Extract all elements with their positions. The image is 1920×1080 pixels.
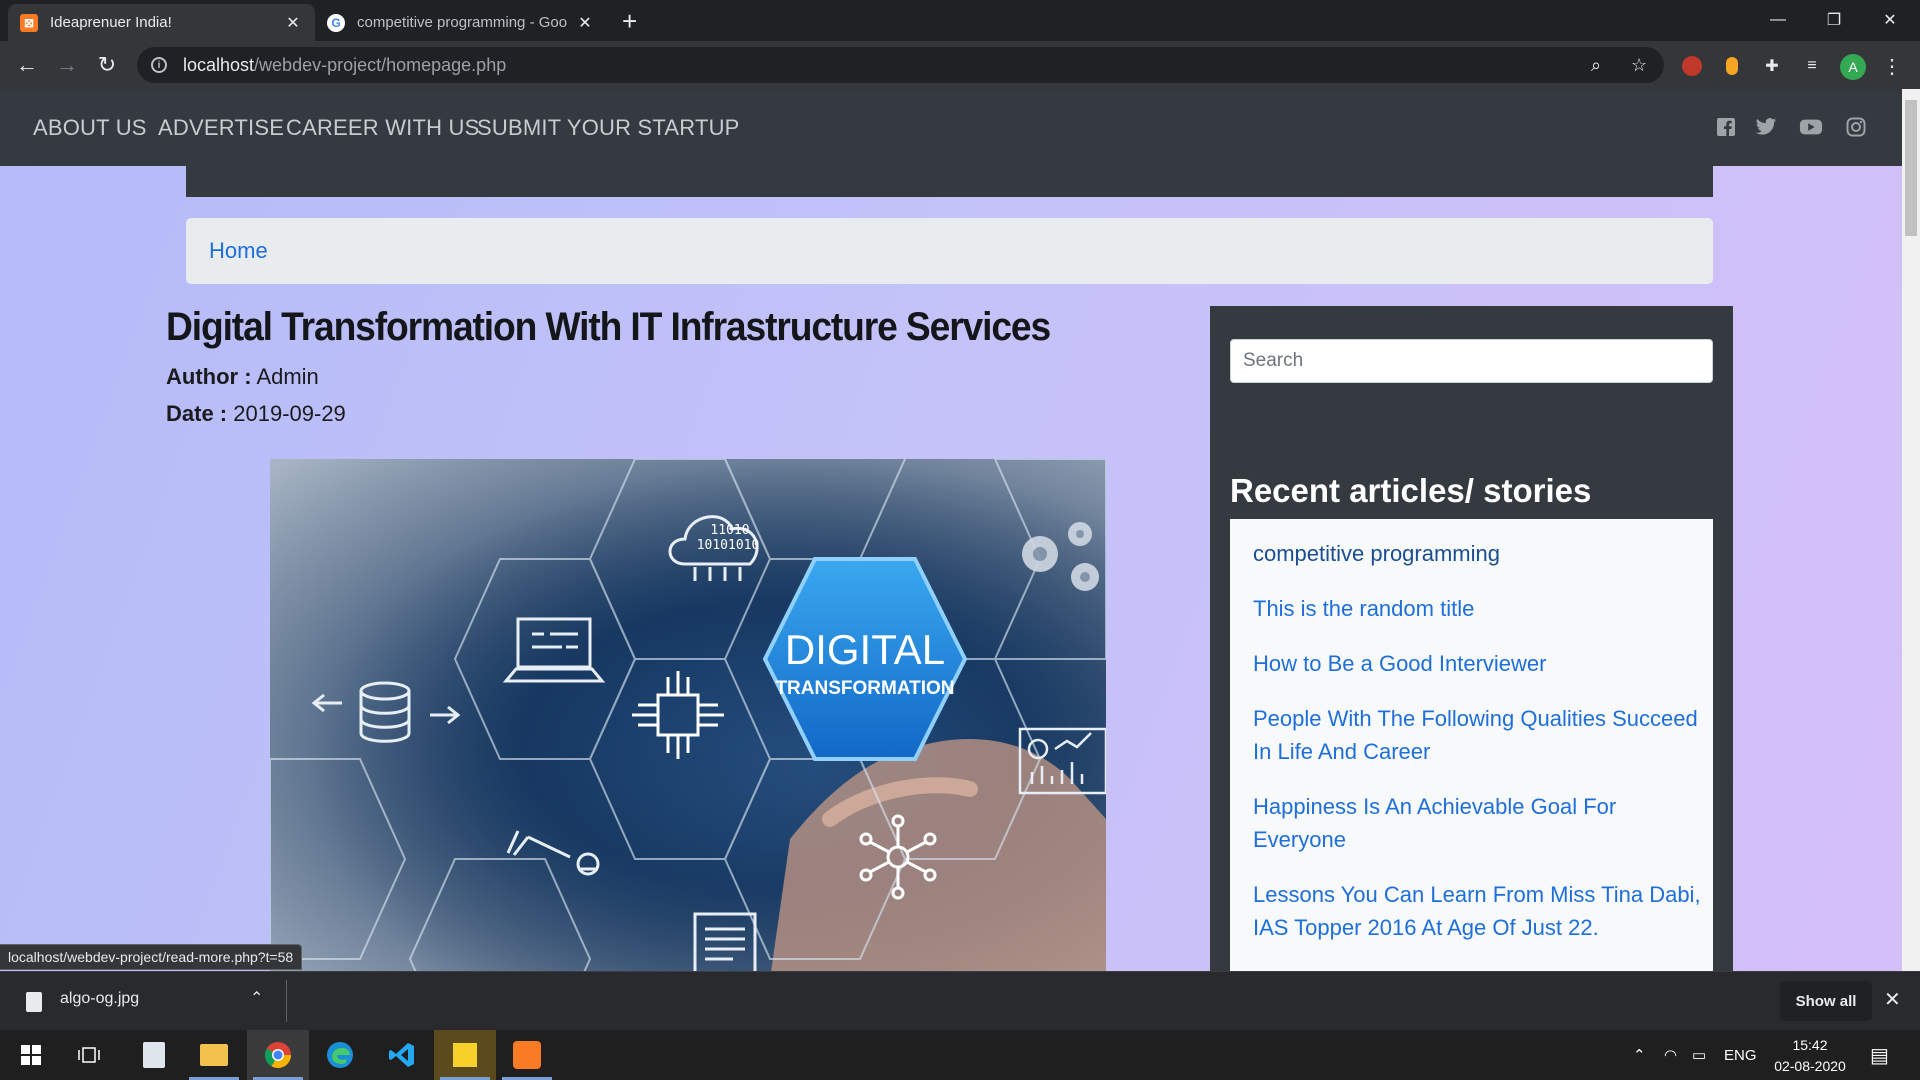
- bookmark-star-icon[interactable]: ☆: [1631, 55, 1647, 76]
- menu-kebab-icon[interactable]: ⋮: [1880, 54, 1904, 78]
- hero-sub-text: TRANSFORMATION: [775, 678, 954, 699]
- youtube-icon[interactable]: [1799, 115, 1823, 139]
- browser-toolbar: ← → ↻ i localhost/webdev-project/homepag…: [0, 41, 1920, 89]
- chevron-up-icon[interactable]: ⌃: [250, 988, 263, 1008]
- recent-article-link[interactable]: How to Be a Good Interviewer: [1253, 647, 1703, 680]
- recent-article-link[interactable]: competitive programming: [1253, 537, 1703, 570]
- recent-article-link[interactable]: Happiness Is An Achievable Goal For Ever…: [1253, 790, 1703, 856]
- page-viewport: ABOUT US ADVERTISE CAREER WITH US SUBMIT…: [0, 89, 1902, 971]
- facebook-icon[interactable]: [1714, 115, 1738, 139]
- tab-close-icon[interactable]: ✕: [575, 13, 595, 33]
- instagram-icon[interactable]: [1844, 115, 1868, 139]
- google-icon: G: [327, 13, 345, 32]
- tray-chevron-up-icon[interactable]: ⌃: [1633, 1030, 1646, 1080]
- system-clock[interactable]: 15:42 02-08-2020: [1768, 1035, 1852, 1077]
- recent-article-link[interactable]: Lessons You Can Learn From Miss Tina Dab…: [1253, 878, 1703, 944]
- svg-text:11010: 11010: [710, 523, 749, 538]
- media-control-icon[interactable]: ≡: [1800, 54, 1824, 78]
- url-text[interactable]: localhost/webdev-project/homepage.php: [183, 55, 506, 76]
- digital-transformation-illustration: DIGITAL TRANSFORMATION 11010 10101010: [270, 459, 1106, 971]
- download-filename[interactable]: algo-og.jpg: [60, 990, 139, 1008]
- nav-career[interactable]: CAREER WITH US: [286, 115, 479, 141]
- close-window-button[interactable]: ✕: [1862, 0, 1918, 40]
- wifi-icon[interactable]: ◠: [1664, 1030, 1677, 1080]
- nav-submit-startup[interactable]: SUBMIT YOUR STARTUP: [477, 115, 740, 141]
- recent-article-link[interactable]: People With The Following Qualities Succ…: [1253, 702, 1703, 768]
- recent-articles-list: competitive programming This is the rand…: [1230, 519, 1713, 971]
- task-view-icon[interactable]: [58, 1030, 120, 1080]
- windows-taskbar: ⌃ ◠ ▭ ENG 15:42 02-08-2020 ▤: [0, 1030, 1920, 1080]
- forward-button[interactable]: →: [53, 51, 81, 79]
- windows-start-icon[interactable]: [0, 1030, 62, 1080]
- scrollbar-thumb[interactable]: [1905, 100, 1917, 236]
- xampp-icon[interactable]: [496, 1030, 558, 1080]
- tab-title: Ideaprenuer India!: [50, 14, 172, 31]
- profile-avatar[interactable]: A: [1840, 54, 1866, 80]
- extension-icon[interactable]: [1720, 54, 1744, 78]
- zoom-icon[interactable]: ⌕: [1591, 55, 1601, 76]
- address-bar[interactable]: i localhost/webdev-project/homepage.php …: [137, 47, 1664, 83]
- back-button[interactable]: ←: [13, 51, 41, 79]
- article-author: Author : Admin: [166, 364, 319, 389]
- file-explorer-icon[interactable]: [183, 1030, 245, 1080]
- page-scrollbar[interactable]: [1902, 89, 1920, 971]
- new-tab-button[interactable]: +: [622, 6, 637, 37]
- breadcrumb: Home: [186, 218, 1713, 284]
- xampp-icon: ⊠: [20, 13, 38, 32]
- notepad-icon[interactable]: [123, 1030, 185, 1080]
- search-input[interactable]: [1230, 339, 1713, 383]
- link-status-bubble: localhost/webdev-project/read-more.php?t…: [0, 944, 303, 970]
- nav-about-us[interactable]: ABOUT US: [33, 115, 147, 141]
- language-indicator[interactable]: ENG: [1724, 1030, 1757, 1080]
- tab-title: competitive programming - Goo: [357, 14, 568, 31]
- article-title: Digital Transformation With IT Infrastru…: [166, 305, 1051, 349]
- article-hero-image: DIGITAL TRANSFORMATION 11010 10101010: [270, 459, 1106, 971]
- article-date: Date : 2019-09-29: [166, 401, 346, 426]
- battery-icon[interactable]: ▭: [1692, 1030, 1706, 1080]
- vscode-icon[interactable]: [371, 1030, 433, 1080]
- hero-main-text: DIGITAL: [785, 626, 945, 673]
- restore-button[interactable]: ❐: [1806, 0, 1862, 40]
- download-shelf: algo-og.jpg ⌃ Show all ✕: [0, 971, 1920, 1030]
- puzzle-extensions-icon[interactable]: ✚: [1760, 54, 1784, 78]
- show-all-button[interactable]: Show all: [1780, 981, 1872, 1021]
- reload-button[interactable]: ↻: [93, 51, 121, 79]
- recent-articles-heading: Recent articles/ stories: [1230, 472, 1592, 509]
- svg-text:10101010: 10101010: [697, 538, 760, 553]
- breadcrumb-home[interactable]: Home: [209, 238, 268, 264]
- sidebar: Recent articles/ stories competitive pro…: [1210, 306, 1733, 971]
- site-info-icon[interactable]: i: [151, 57, 167, 73]
- file-icon: [26, 992, 42, 1012]
- chrome-icon[interactable]: [247, 1030, 309, 1080]
- nav-advertise[interactable]: ADVERTISE: [158, 115, 284, 141]
- recent-article-link[interactable]: This is the random title: [1253, 592, 1703, 625]
- tab-google-search[interactable]: G competitive programming - Goo ✕: [315, 4, 607, 41]
- twitter-icon[interactable]: [1754, 115, 1778, 139]
- site-navbar: ABOUT US ADVERTISE CAREER WITH US SUBMIT…: [0, 89, 1902, 166]
- divider: [286, 980, 287, 1022]
- tab-ideaprenuer[interactable]: ⊠ Ideaprenuer India! ✕: [8, 4, 315, 41]
- tab-close-icon[interactable]: ✕: [283, 13, 303, 33]
- sticky-notes-icon[interactable]: [434, 1030, 496, 1080]
- notifications-icon[interactable]: ▤: [1870, 1030, 1889, 1080]
- tab-strip: ⊠ Ideaprenuer India! ✕ G competitive pro…: [0, 0, 1920, 41]
- minimize-button[interactable]: —: [1750, 0, 1806, 40]
- edge-icon[interactable]: [309, 1030, 371, 1080]
- close-icon[interactable]: ✕: [1884, 987, 1901, 1012]
- header-banner-strip: [186, 166, 1713, 197]
- adblock-extension-icon[interactable]: [1680, 54, 1704, 78]
